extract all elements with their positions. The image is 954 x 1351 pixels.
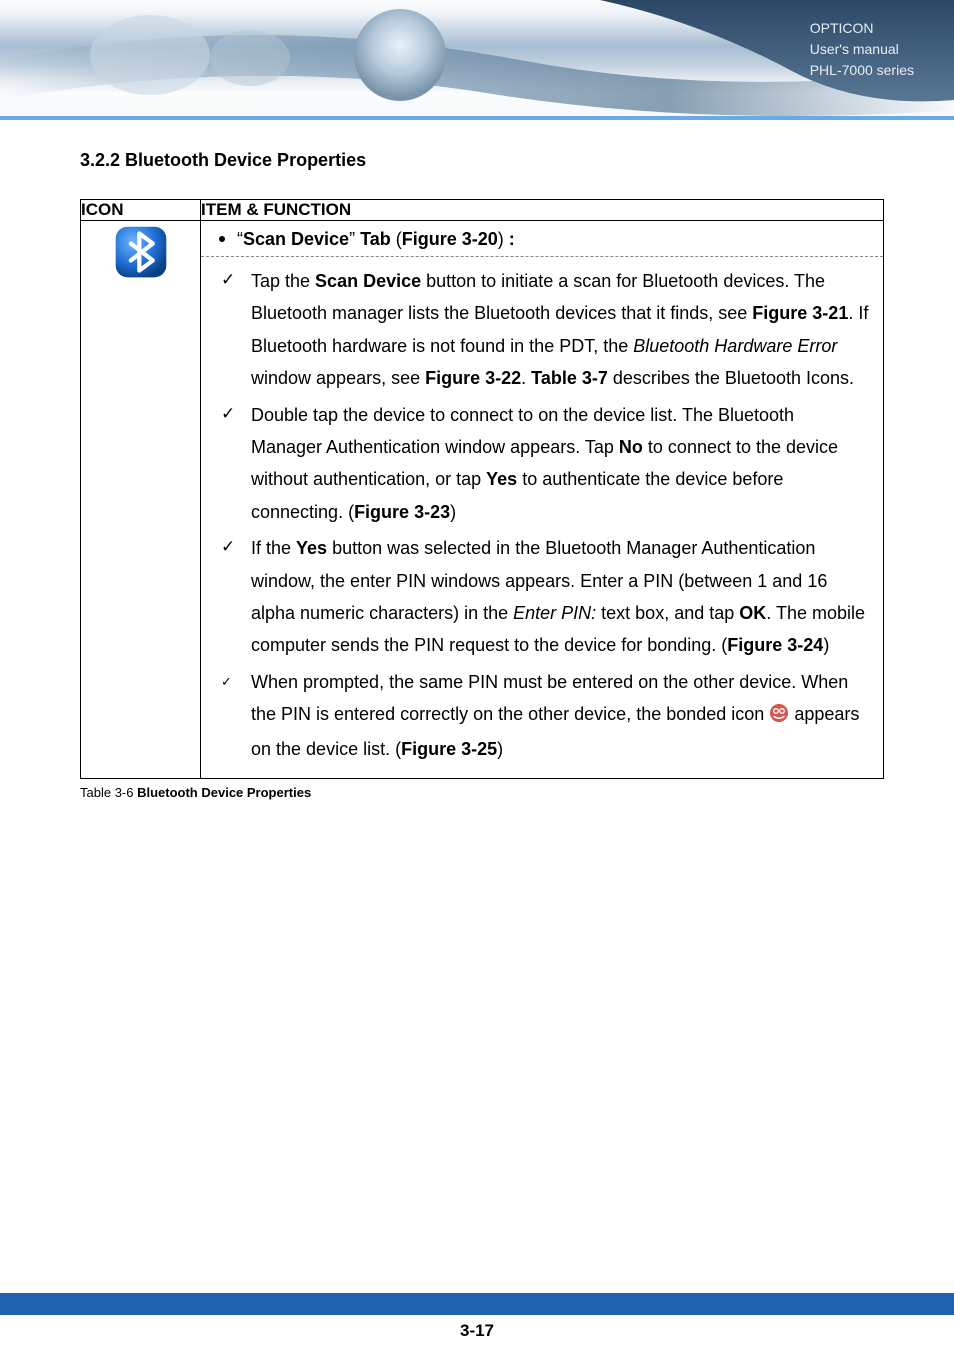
text-segment: Enter PIN:	[513, 603, 596, 623]
text-segment: No	[619, 437, 643, 457]
tab-row: “Scan Device” Tab (Figure 3-20) :	[201, 221, 883, 257]
tab-b2: Tab	[360, 229, 391, 249]
list-item: Double tap the device to connect to on t…	[215, 399, 869, 529]
text-segment: Yes	[486, 469, 517, 489]
func-cell: “Scan Device” Tab (Figure 3-20) : Tap th…	[201, 221, 884, 779]
table-body-row: “Scan Device” Tab (Figure 3-20) : Tap th…	[81, 221, 884, 779]
page: OPTICON User's manual PHL-7000 series 3.…	[0, 0, 954, 1351]
bluetooth-icon	[114, 225, 168, 279]
text-segment: Yes	[296, 538, 327, 558]
page-number: 3-17	[0, 1315, 954, 1341]
th-func: ITEM & FUNCTION	[201, 200, 884, 221]
text-segment: Scan Device	[315, 271, 421, 291]
text-segment: Figure 3-24	[727, 635, 823, 655]
tab-b3: Figure 3-20	[402, 229, 498, 249]
header-band: OPTICON User's manual PHL-7000 series	[0, 0, 954, 116]
list-item: When prompted, the same PIN must be ente…	[215, 666, 869, 766]
text-segment: Figure 3-25	[401, 739, 497, 759]
header-line3: PHL-7000 series	[810, 60, 914, 81]
text-segment: Figure 3-23	[354, 502, 450, 522]
tab-q2: ”	[349, 229, 360, 249]
check-list: Tap the Scan Device button to initiate a…	[201, 257, 883, 778]
tab-b1: Scan Device	[243, 229, 349, 249]
text-segment: Bluetooth Hardware Error	[633, 336, 837, 356]
tab-open: (	[391, 229, 402, 249]
table-caption: Table 3-6 Bluetooth Device Properties	[80, 785, 884, 800]
table-header-row: ICON ITEM & FUNCTION	[81, 200, 884, 221]
footer: 3-17	[0, 1293, 954, 1351]
text-segment: Table 3-7	[531, 368, 608, 388]
text-segment: OK	[739, 603, 766, 623]
text-segment: Figure 3-21	[752, 303, 848, 323]
list-item: Tap the Scan Device button to initiate a…	[215, 265, 869, 395]
caption-bold: Bluetooth Device Properties	[137, 785, 311, 800]
properties-table: ICON ITEM & FUNCTION	[80, 199, 884, 779]
content: 3.2.2 Bluetooth Device Properties ICON I…	[0, 120, 954, 800]
tab-close: )	[498, 229, 509, 249]
bullet-icon	[219, 236, 225, 242]
header-line2: User's manual	[810, 39, 914, 60]
bonded-icon	[769, 701, 789, 733]
caption-prefix: Table 3-6	[80, 785, 137, 800]
header-brand: OPTICON	[810, 18, 914, 39]
tab-colon: :	[509, 229, 515, 249]
section-heading: 3.2.2 Bluetooth Device Properties	[80, 150, 884, 171]
footer-bar	[0, 1293, 954, 1315]
text-segment: Figure 3-22	[425, 368, 521, 388]
list-item: If the Yes button was selected in the Bl…	[215, 532, 869, 662]
header-text-block: OPTICON User's manual PHL-7000 series	[810, 18, 914, 81]
th-icon: ICON	[81, 200, 201, 221]
icon-cell	[81, 221, 201, 779]
